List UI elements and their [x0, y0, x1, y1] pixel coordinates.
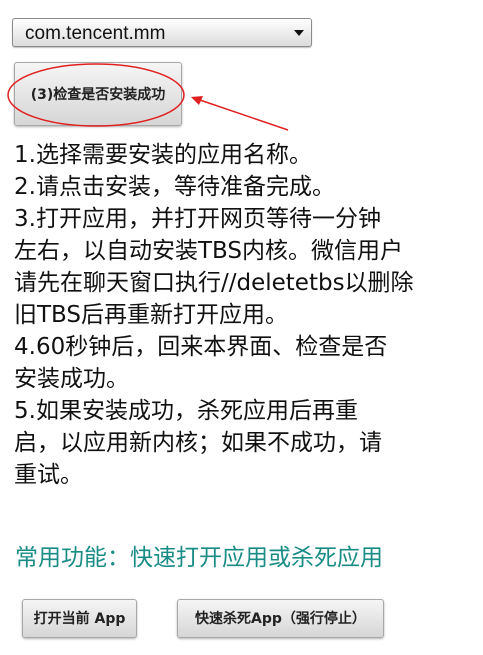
open-app-button[interactable]: 打开当前 App [22, 599, 137, 638]
instruction-line: 旧TBS后再重新打开应用。 [14, 302, 289, 328]
package-select[interactable]: com.tencent.mm [12, 18, 312, 47]
instruction-line: 请先在聊天窗口执行//deletetbs以删除 [14, 270, 414, 296]
instructions-text: 1.选择需要安装的应用名称。 2.请点击安装，等待准备完成。 3.打开应用，并打… [14, 139, 476, 491]
instruction-line: 安装成功。 [14, 366, 129, 392]
instruction-line: 启，以应用新内核；如果不成功，请 [14, 430, 382, 456]
annotation-arrow-line [196, 98, 289, 131]
common-functions-title: 常用功能：快速打开应用或杀死应用 [15, 545, 383, 571]
dropdown-arrow-icon [294, 30, 304, 36]
check-install-button[interactable]: (3)检查是否安装成功 [14, 62, 182, 126]
instruction-line: 2.请点击安装，等待准备完成。 [14, 174, 335, 200]
instruction-line: 5.如果安装成功，杀死应用后再重 [14, 398, 358, 424]
instruction-line: 重试。 [14, 462, 83, 488]
annotation-arrow-icon [191, 96, 203, 105]
instruction-line: 4.60秒钟后，回来本界面、检查是否 [14, 334, 388, 360]
instruction-line: 1.选择需要安装的应用名称。 [14, 142, 312, 168]
instruction-line: 3.打开应用，并打开网页等待一分钟 [14, 206, 381, 232]
package-select-value: com.tencent.mm [25, 23, 166, 44]
kill-app-button[interactable]: 快速杀死App（强行停止） [177, 599, 384, 638]
instruction-line: 左右，以自动安装TBS内核。微信用户 [14, 238, 404, 264]
